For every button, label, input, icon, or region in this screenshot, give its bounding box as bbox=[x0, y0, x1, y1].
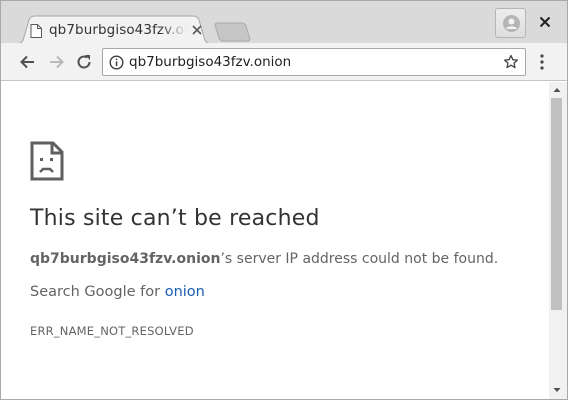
page-icon bbox=[30, 23, 42, 38]
search-suggestion: Search Google for onion bbox=[30, 284, 205, 300]
forward-button[interactable] bbox=[46, 52, 66, 72]
reload-icon bbox=[77, 55, 91, 69]
tab-close-icon[interactable] bbox=[189, 22, 205, 38]
search-prefix: Search Google for bbox=[30, 284, 165, 300]
vertical-scrollbar[interactable] bbox=[549, 82, 567, 399]
error-host: qb7burbgiso43fzv.onion bbox=[30, 251, 221, 267]
tab-title: qb7burbgiso43fzv.onion bbox=[49, 22, 187, 38]
error-description: qb7burbgiso43fzv.onion’s server IP addre… bbox=[30, 251, 498, 267]
page-content: This site can’t be reached qb7burbgiso43… bbox=[1, 82, 549, 399]
address-bar[interactable]: qb7burbgiso43fzv.onion bbox=[102, 48, 526, 76]
back-button[interactable] bbox=[18, 52, 38, 72]
info-icon[interactable] bbox=[109, 55, 124, 74]
scroll-down-arrow-icon[interactable] bbox=[549, 382, 567, 396]
profile-icon bbox=[503, 15, 520, 32]
error-description-suffix: ’s server IP address could not be found. bbox=[220, 251, 499, 267]
window-close-icon[interactable] bbox=[537, 14, 553, 30]
star-icon[interactable] bbox=[503, 54, 519, 74]
url-text: qb7burbgiso43fzv.onion bbox=[129, 54, 292, 70]
scrollbar-thumb[interactable] bbox=[551, 98, 562, 310]
tab-active[interactable]: qb7burbgiso43fzv.onion bbox=[14, 15, 214, 45]
title-bar: qb7burbgiso43fzv.onion bbox=[1, 1, 567, 45]
new-tab-button[interactable] bbox=[214, 21, 254, 43]
arrow-left-icon bbox=[20, 55, 34, 69]
browser-window: qb7burbgiso43fzv.onion bbox=[0, 0, 568, 400]
kebab-menu-icon[interactable] bbox=[535, 53, 549, 71]
scroll-up-arrow-icon[interactable] bbox=[549, 82, 567, 96]
error-title: This site can’t be reached bbox=[30, 206, 320, 231]
sad-page-icon bbox=[30, 141, 64, 185]
reload-button[interactable] bbox=[74, 52, 94, 72]
profile-button[interactable] bbox=[495, 8, 526, 38]
error-code: ERR_NAME_NOT_RESOLVED bbox=[30, 324, 194, 338]
search-google-link[interactable]: onion bbox=[165, 284, 205, 300]
arrow-right-icon bbox=[50, 55, 64, 69]
toolbar: qb7burbgiso43fzv.onion bbox=[1, 43, 567, 81]
